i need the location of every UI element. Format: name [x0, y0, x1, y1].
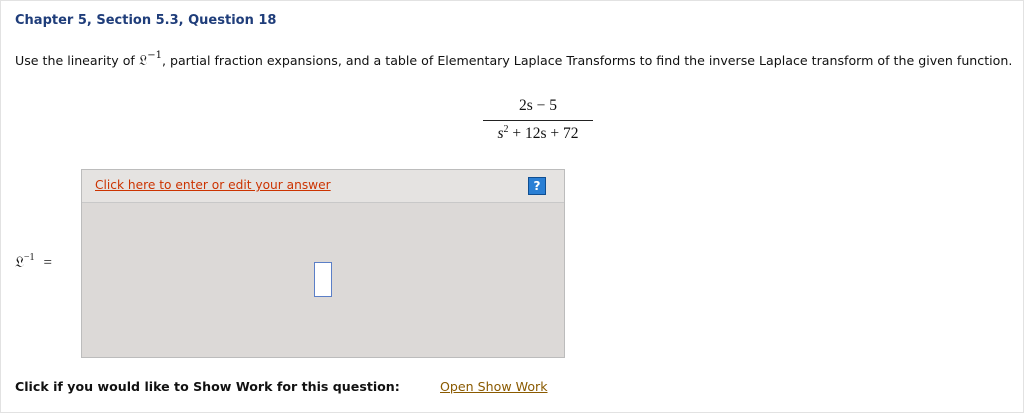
- answer-lhs: 𝔏−1 =: [15, 252, 53, 272]
- question-panel: Chapter 5, Section 5.3, Question 18 Use …: [0, 0, 1024, 413]
- denominator-rest: + 12s + 72: [508, 125, 579, 142]
- show-work-prompt: Click if you would like to Show Work for…: [15, 379, 400, 394]
- help-icon[interactable]: ?: [528, 177, 546, 195]
- inverse-laplace-letter: 𝔏: [138, 53, 148, 69]
- question-title: Chapter 5, Section 5.3, Question 18: [15, 13, 277, 28]
- open-show-work-link[interactable]: Open Show Work: [440, 379, 548, 394]
- answer-area-header: Click here to enter or edit your answer …: [82, 170, 564, 203]
- answer-area[interactable]: Click here to enter or edit your answer …: [81, 169, 565, 358]
- edit-answer-link[interactable]: Click here to enter or edit your answer: [95, 178, 331, 192]
- answer-lhs-symbol: 𝔏: [15, 255, 24, 271]
- answer-lhs-exponent: −1: [23, 252, 35, 263]
- given-function: 2s − 5 s2 + 12s + 72: [479, 97, 597, 143]
- instructions-text-after: , partial fraction expansions, and a tab…: [161, 53, 1013, 68]
- instructions-text-before: Use the linearity of: [15, 53, 135, 68]
- inverse-laplace-exponent: −1: [147, 50, 162, 61]
- question-instructions: Use the linearity of 𝔏−1, partial fracti…: [15, 50, 1023, 70]
- answer-placeholder-box[interactable]: [314, 262, 332, 297]
- function-denominator: s2 + 12s + 72: [479, 121, 597, 143]
- function-numerator: 2s − 5: [483, 97, 593, 121]
- equals-sign: =: [43, 255, 53, 271]
- inverse-laplace-symbol: 𝔏−1: [138, 50, 162, 70]
